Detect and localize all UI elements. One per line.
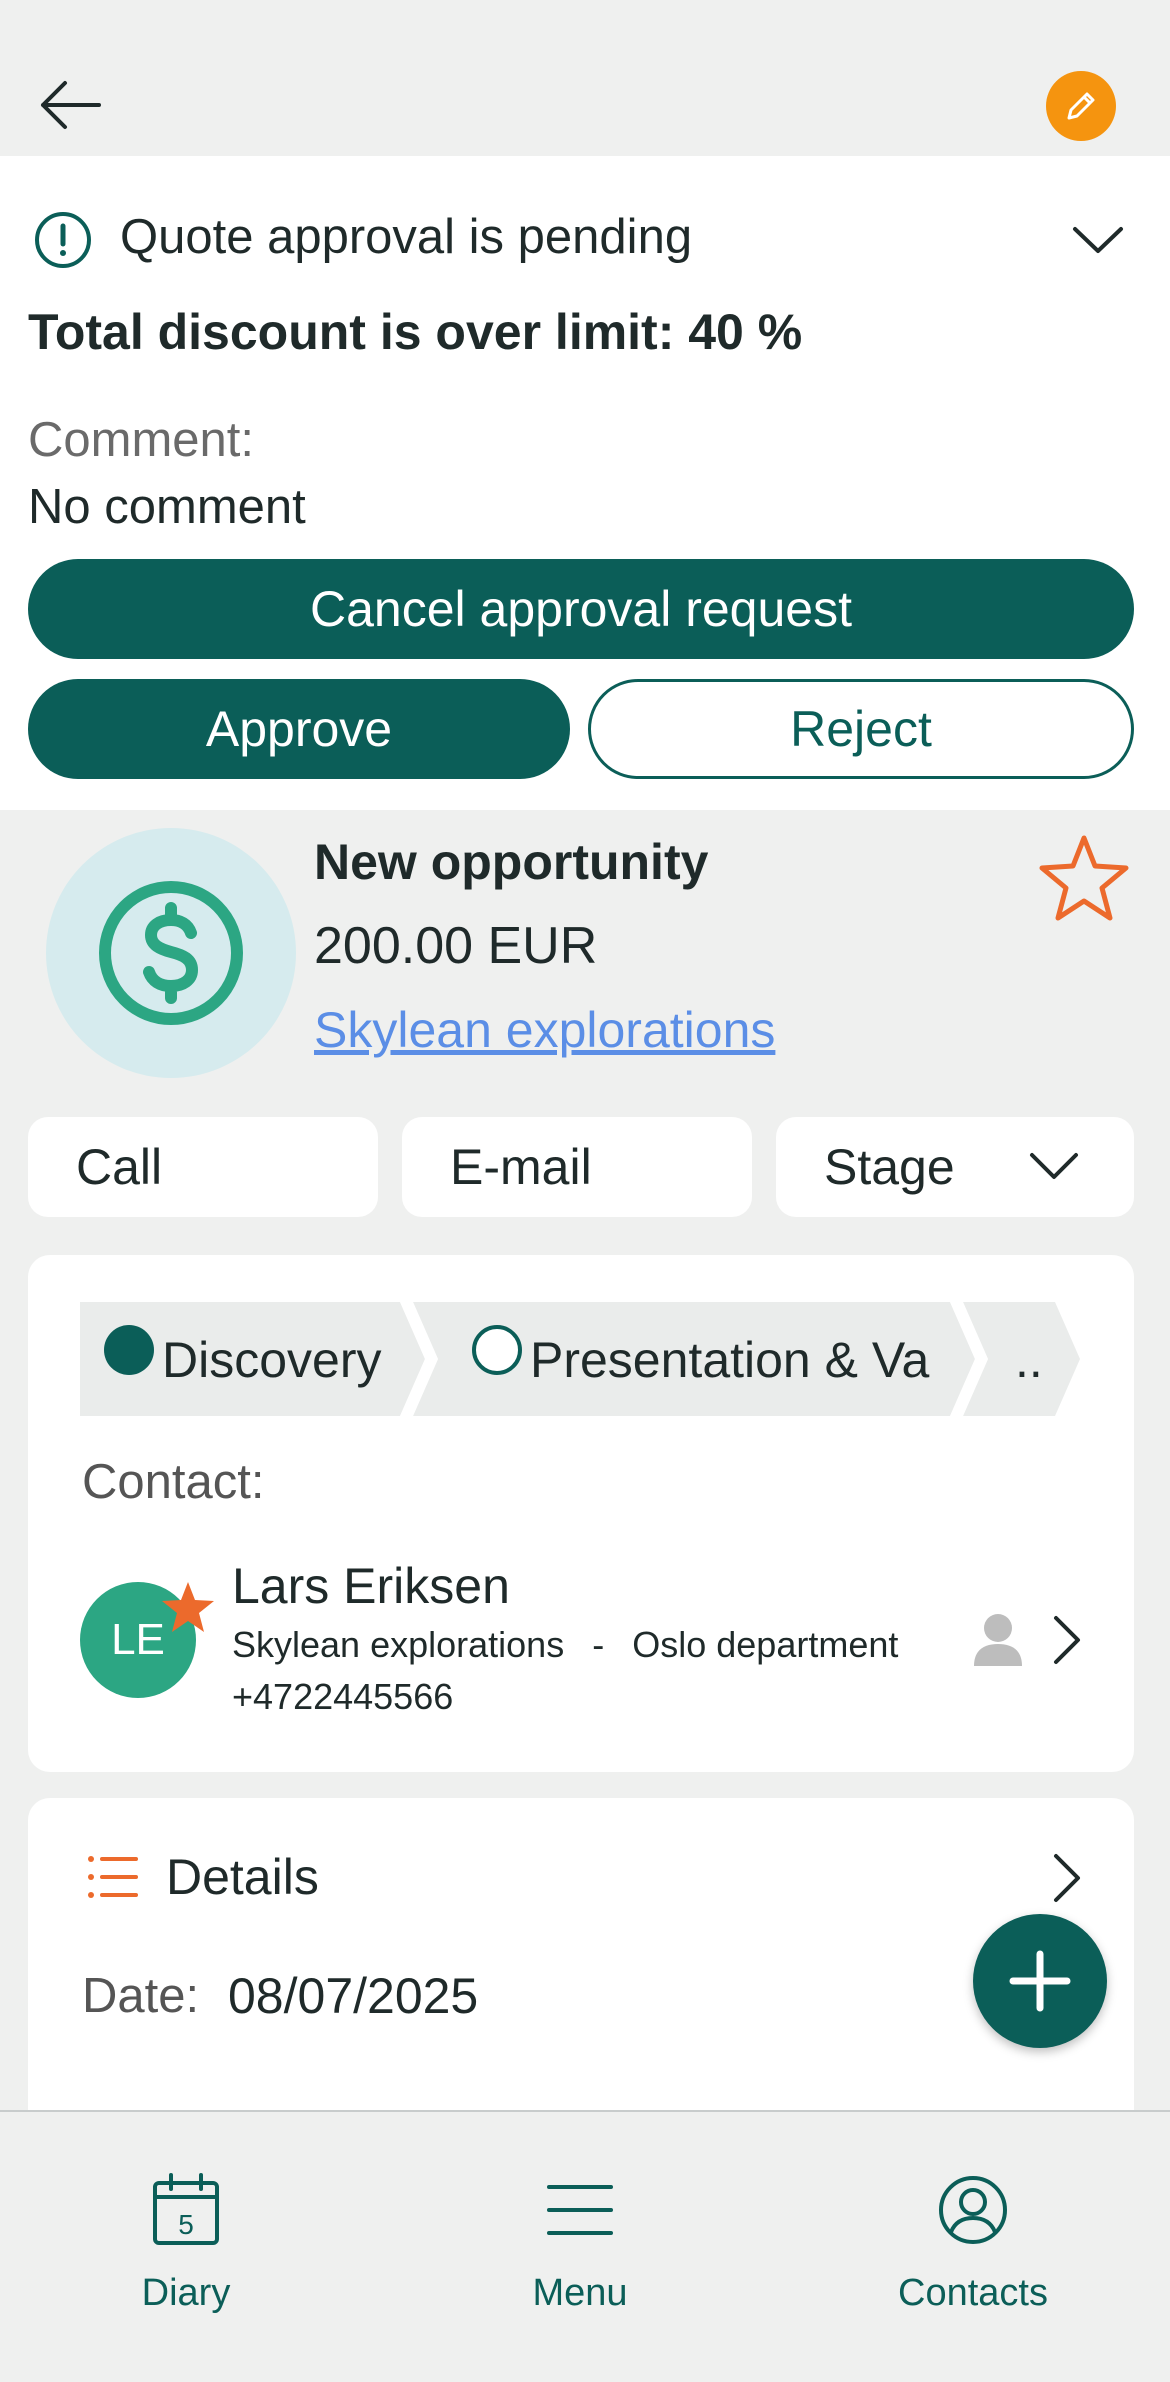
calendar-day: 5 [178,2209,194,2240]
nav-contacts-label: Contacts [898,2272,1048,2314]
opportunity-amount: 200.00 EUR [314,917,598,975]
contact-phone[interactable]: +4722445566 [232,1674,453,1720]
user-circle-icon [933,2170,1013,2250]
opportunity-avatar [46,828,296,1078]
stage-label: Stage [824,1139,955,1195]
cancel-approval-button[interactable]: Cancel approval request [28,559,1134,659]
calendar-icon: 5 [146,2170,226,2250]
approval-status-text: Quote approval is pending [120,210,693,264]
dollar-icon [99,881,243,1025]
star-filled-icon [162,1582,214,1632]
contact-separator: - [592,1624,605,1665]
email-button[interactable]: E-mail [402,1117,752,1217]
alert-circle-icon [35,212,91,268]
plus-icon [1009,1950,1071,2012]
nav-menu-label: Menu [532,2272,628,2314]
back-button[interactable] [30,70,110,140]
top-bar [0,0,1170,156]
chevron-right-icon[interactable] [1046,1852,1086,1904]
pencil-icon [1067,92,1095,120]
nav-diary[interactable]: 5 Diary [56,2160,316,2330]
contact-section-label: Contact: [82,1455,265,1509]
opportunity-title: New opportunity [314,834,709,890]
stage-item-presentation[interactable]: Presentation & Va [530,1330,929,1390]
arrow-left-icon [41,81,101,129]
comment-value: No comment [28,480,306,534]
reject-button[interactable]: Reject [588,679,1134,779]
call-label: Call [76,1139,163,1195]
contact-company: Skylean explorations [232,1624,565,1665]
email-label: E-mail [450,1139,592,1195]
call-button[interactable]: Call [28,1117,378,1217]
contact-company-line: Skylean explorations - Oslo department [232,1622,898,1668]
discount-warning: Total discount is over limit: 40 % [28,304,803,360]
chevron-down-icon [1072,227,1123,253]
comment-label: Comment: [28,413,255,467]
person-icon [974,1614,1022,1666]
star-outline-icon [1039,835,1129,921]
favorite-button[interactable] [1036,830,1132,926]
date-label: Date: [82,1969,200,2023]
nav-contacts[interactable]: Contacts [843,2160,1103,2330]
edit-button[interactable] [1046,71,1116,141]
approval-expand-toggle[interactable] [1065,215,1130,265]
contact-initials: LE [111,1615,165,1664]
hamburger-icon [540,2170,620,2250]
stage-item-discovery[interactable]: Discovery [162,1330,381,1390]
stage-pending-dot [472,1325,522,1375]
details-title[interactable]: Details [166,1847,319,1907]
chevron-down-icon [1030,1153,1078,1179]
stage-current-dot [104,1325,154,1375]
opportunity-company-link[interactable]: Skylean explorations [314,998,775,1062]
chevron-right-icon [1054,1616,1080,1664]
date-value: 08/07/2025 [228,1968,479,2024]
approve-button[interactable]: Approve [28,679,570,779]
contact-name[interactable]: Lars Eriksen [232,1556,510,1616]
stage-more[interactable]: .. [1015,1330,1043,1390]
nav-menu[interactable]: Menu [450,2160,710,2330]
add-button[interactable] [973,1914,1107,2048]
contact-department: Oslo department [632,1624,899,1665]
list-icon [88,1856,138,1898]
nav-diary-label: Diary [141,2272,231,2314]
